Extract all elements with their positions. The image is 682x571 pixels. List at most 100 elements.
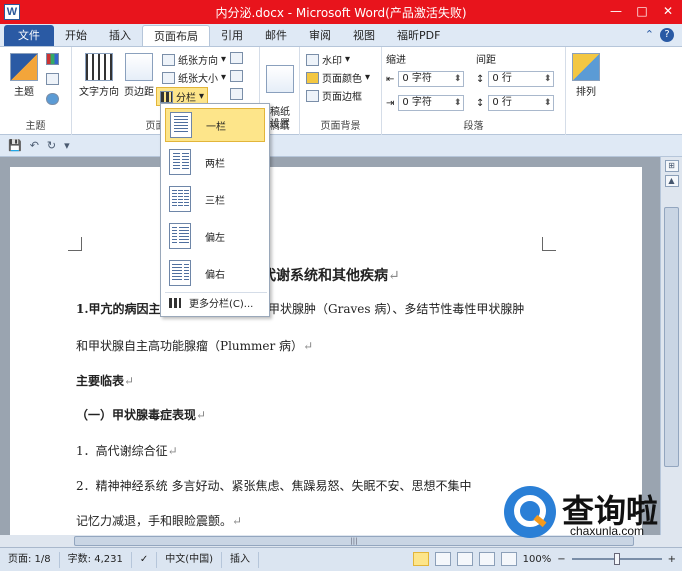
- columns-option-right[interactable]: 偏右: [165, 256, 265, 290]
- print-layout-view-icon[interactable]: [412, 552, 429, 566]
- columns-option-two-label: 两栏: [205, 158, 225, 170]
- crop-mark-top-right: [542, 237, 556, 251]
- redo-icon[interactable]: ↻: [47, 139, 56, 152]
- columns-label: 分栏: [176, 93, 196, 104]
- theme-icon: [10, 53, 38, 81]
- arrange-icon: [572, 53, 600, 81]
- space-before-field[interactable]: ↕ 0 行: [476, 71, 555, 87]
- tab-references[interactable]: 引用: [210, 25, 254, 46]
- close-button[interactable]: ✕: [656, 2, 680, 20]
- page-color-button[interactable]: 页面颜色 ▾: [306, 70, 370, 85]
- space-before-value[interactable]: 0 行: [488, 71, 555, 87]
- columns-option-left-label: 偏左: [205, 232, 225, 244]
- status-insert-mode[interactable]: 插入: [222, 551, 260, 568]
- page-borders-button[interactable]: 页面边框: [306, 88, 362, 103]
- status-language[interactable]: 中文(中国): [157, 551, 223, 568]
- vertical-scroll-thumb[interactable]: [664, 207, 679, 467]
- space-after-icon: ↕: [476, 97, 485, 109]
- customize-qat-icon[interactable]: ▾: [64, 139, 70, 152]
- more-columns-icon: [169, 297, 181, 308]
- line-numbers-icon: [230, 70, 243, 82]
- orientation-button[interactable]: 纸张方向 ▾: [162, 52, 226, 67]
- tab-page-layout[interactable]: 页面布局: [142, 25, 210, 46]
- zoom-level[interactable]: 100%: [523, 554, 552, 565]
- columns-option-one[interactable]: 一栏: [165, 108, 265, 142]
- window-title: 内分泌.docx - Microsoft Word(产品激活失败): [215, 6, 467, 20]
- page-borders-label: 页面边框: [322, 92, 362, 103]
- zoom-out-icon[interactable]: −: [557, 554, 565, 565]
- theme-button[interactable]: 主题: [8, 53, 40, 98]
- paragraph-group-label: 段落: [463, 121, 484, 132]
- full-screen-view-icon[interactable]: [434, 552, 451, 566]
- doc-line-6: 2．精神神经系统 多言好动、紧张焦虑、焦躁易怒、失眠不安、思想不集中: [76, 479, 472, 493]
- theme-effects-button[interactable]: [46, 93, 59, 105]
- indent-right-value[interactable]: 0 字符: [398, 95, 465, 111]
- proofing-icon[interactable]: ✓: [132, 551, 158, 568]
- orientation-icon: [162, 53, 175, 66]
- margins-icon: [125, 53, 153, 81]
- size-button[interactable]: 纸张大小 ▾: [162, 70, 226, 85]
- save-icon[interactable]: 💾: [8, 139, 22, 152]
- ribbon-collapse-icon[interactable]: ⌃: [645, 28, 654, 42]
- status-words[interactable]: 字数: 4,231: [60, 551, 132, 568]
- paper-size-icon: [162, 71, 175, 84]
- columns-option-three[interactable]: 三栏: [165, 182, 265, 216]
- page-color-icon: [306, 71, 319, 84]
- outline-view-icon[interactable]: [478, 552, 495, 566]
- arrange-button[interactable]: 排列: [570, 53, 602, 98]
- more-columns-option[interactable]: 更多分栏(C)...: [165, 292, 267, 312]
- text-direction-icon: [85, 53, 113, 81]
- tab-foxit-pdf[interactable]: 福昕PDF: [386, 25, 451, 46]
- indent-right-field[interactable]: ⇥ 0 字符: [386, 95, 465, 111]
- tab-view[interactable]: 视图: [342, 25, 386, 46]
- help-icon[interactable]: ?: [660, 28, 674, 42]
- indent-left-field[interactable]: ⇤ 0 字符: [386, 71, 465, 87]
- watermark-button[interactable]: 水印 ▾: [306, 52, 350, 67]
- theme-fonts-button[interactable]: [46, 73, 59, 85]
- doc-line-5: 1．高代谢综合征↵: [76, 444, 178, 458]
- more-columns-label: 更多分栏(C)...: [189, 299, 254, 310]
- tab-file[interactable]: 文件: [4, 25, 54, 46]
- line-numbers-button[interactable]: [230, 70, 243, 82]
- zoom-slider[interactable]: [571, 553, 662, 565]
- tab-home[interactable]: 开始: [54, 25, 98, 46]
- maximize-button[interactable]: □: [630, 2, 654, 20]
- breaks-icon: [230, 52, 243, 64]
- hyphenation-button[interactable]: [230, 88, 243, 100]
- columns-option-two[interactable]: 两栏: [165, 145, 265, 179]
- indent-right-icon: ⇥: [386, 97, 395, 109]
- breaks-button[interactable]: [230, 52, 243, 64]
- undo-icon[interactable]: ↶: [30, 139, 39, 152]
- minimize-button[interactable]: —: [604, 2, 628, 20]
- zoom-slider-knob[interactable]: [613, 553, 620, 565]
- right-column-icon: [169, 260, 191, 286]
- theme-colors-button[interactable]: [46, 53, 59, 65]
- tab-review[interactable]: 审阅: [298, 25, 342, 46]
- quick-access-toolbar: 💾 ↶ ↻ ▾: [0, 135, 682, 157]
- ruler-toggle-icon[interactable]: ⊞: [664, 160, 679, 172]
- space-after-field[interactable]: ↕ 0 行: [476, 95, 555, 111]
- theme-group-label: 主题: [25, 121, 46, 132]
- tab-insert[interactable]: 插入: [98, 25, 142, 46]
- vertical-scrollbar[interactable]: ⊞ ▲: [660, 157, 682, 535]
- columns-option-right-label: 偏右: [205, 269, 225, 281]
- columns-option-left[interactable]: 偏左: [165, 219, 265, 253]
- chaxunla-logo-icon: [504, 486, 556, 538]
- text-direction-button[interactable]: 文字方向: [78, 53, 120, 98]
- space-before-icon: ↕: [476, 73, 485, 85]
- tab-mailings[interactable]: 邮件: [254, 25, 298, 46]
- web-layout-view-icon[interactable]: [456, 552, 473, 566]
- status-page[interactable]: 页面: 1/8: [0, 551, 60, 568]
- indent-title: 缩进: [386, 55, 406, 66]
- draft-view-icon[interactable]: [500, 552, 517, 566]
- margins-button[interactable]: 页边距: [122, 53, 156, 98]
- zoom-in-icon[interactable]: +: [668, 554, 676, 565]
- scroll-up-icon[interactable]: ▲: [664, 175, 679, 187]
- title-bar: W 内分泌.docx - Microsoft Word(产品激活失败) — □ …: [0, 0, 682, 24]
- indent-left-value[interactable]: 0 字符: [398, 71, 465, 87]
- ribbon: 主题 主题 文字方向 页边距 纸张方向▾ 纸张大小▾ 分栏▾ 页面设置 稿纸 设…: [0, 47, 682, 135]
- ribbon-tabs: 文件 开始 插入 页面布局 引用 邮件 审阅 视图 福昕PDF ⌃ ?: [0, 24, 682, 47]
- doc-line-2: 和甲状腺自主高功能腺瘤（Plummer 病）↵: [76, 339, 314, 353]
- space-after-value[interactable]: 0 行: [488, 95, 555, 111]
- watermark-icon: [306, 53, 319, 66]
